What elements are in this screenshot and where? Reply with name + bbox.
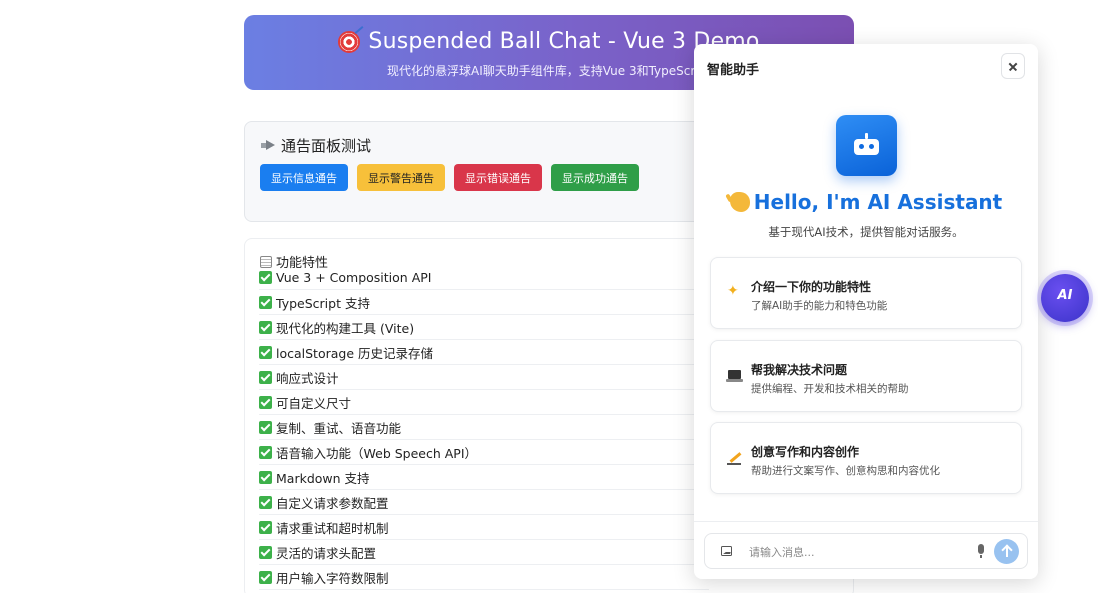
feature-label: 请求重试和超时机制	[276, 520, 389, 536]
list-item: 可自定义尺寸	[259, 390, 709, 415]
list-item: 灵活的请求头配置	[259, 540, 709, 565]
check-icon	[259, 445, 272, 459]
show-info-notice-button[interactable]: 显示信息通告	[260, 164, 348, 191]
chat-input-bar	[704, 533, 1028, 569]
list-item: 现代化的构建工具 (Vite)	[259, 315, 709, 340]
microphone-icon[interactable]	[978, 544, 984, 558]
floating-ball-button[interactable]: AI	[1041, 274, 1089, 322]
robot-head	[854, 139, 879, 155]
notice-title: 通告面板测试	[281, 137, 372, 155]
check-icon	[259, 570, 272, 584]
feature-label: TypeScript 支持	[276, 295, 370, 311]
check-icon	[259, 495, 272, 509]
sparkle-icon	[727, 283, 742, 301]
megaphone-icon	[261, 140, 276, 151]
list-item: localStorage 历史记录存储	[259, 340, 709, 365]
feature-label: 用户输入字符数限制	[276, 570, 389, 586]
robot-icon	[836, 115, 897, 176]
page: Suspended Ball Chat - Vue 3 Demo 现代化的悬浮球…	[0, 0, 1098, 593]
check-icon	[259, 345, 272, 359]
check-icon	[259, 420, 272, 434]
show-warning-notice-button[interactable]: 显示警告通告	[357, 164, 445, 191]
list-item: Markdown 支持	[259, 465, 709, 490]
send-button[interactable]	[994, 539, 1019, 564]
suggestion-card-writing[interactable]: 创意写作和内容创作 帮助进行文案写作、创意构思和内容优化	[710, 422, 1022, 494]
list-item: 用户输入字符数限制	[259, 565, 709, 590]
suggestion-desc: 提供编程、开发和技术相关的帮助	[751, 383, 909, 395]
feature-label: localStorage 历史记录存储	[276, 345, 434, 361]
chat-header: 智能助手	[694, 44, 1038, 90]
list-item: Vue 3 + Composition API	[259, 265, 709, 290]
suggestion-title: 帮我解决技术问题	[751, 363, 848, 377]
check-icon	[259, 320, 272, 334]
waving-hand-icon	[729, 192, 750, 212]
laptop-icon	[726, 369, 743, 384]
image-upload-icon[interactable]	[721, 546, 732, 556]
notice-title-row: 通告面板测试	[261, 135, 371, 156]
feature-label: 响应式设计	[276, 370, 339, 386]
feature-label: 现代化的构建工具 (Vite)	[276, 320, 415, 336]
suggestion-card-tech[interactable]: 帮我解决技术问题 提供编程、开发和技术相关的帮助	[710, 340, 1022, 412]
list-item: 请求重试和超时机制	[259, 515, 709, 540]
feature-label: 灵活的请求头配置	[276, 545, 377, 561]
check-icon	[259, 470, 272, 484]
close-button[interactable]	[1001, 53, 1025, 79]
chat-divider	[694, 521, 1038, 522]
chat-panel: 智能助手 Hello, I'm AI Assistant 基于现代AI技术，提供…	[694, 44, 1038, 579]
feature-list: Vue 3 + Composition API TypeScript 支持 现代…	[259, 265, 709, 590]
check-icon	[259, 370, 272, 384]
list-item: 自定义请求参数配置	[259, 490, 709, 515]
check-icon	[259, 520, 272, 534]
check-icon	[259, 270, 272, 284]
feature-label: 复制、重试、语音功能	[276, 420, 402, 436]
list-item: 语音输入功能（Web Speech API）	[259, 440, 709, 465]
target-icon	[338, 30, 361, 53]
show-success-notice-button[interactable]: 显示成功通告	[551, 164, 639, 191]
list-item: 响应式设计	[259, 365, 709, 390]
welcome-subtitle: 基于现代AI技术，提供智能对话服务。	[768, 225, 964, 239]
feature-label: 语音输入功能（Web Speech API）	[276, 445, 478, 461]
suggestion-card-features[interactable]: 介绍一下你的功能特性 了解AI助手的能力和特色功能	[710, 257, 1022, 329]
check-icon	[259, 545, 272, 559]
suggestion-desc: 了解AI助手的能力和特色功能	[751, 300, 888, 312]
list-item: 复制、重试、语音功能	[259, 415, 709, 440]
feature-label: Markdown 支持	[276, 470, 370, 486]
writing-hand-icon	[727, 451, 742, 466]
feature-label: 自定义请求参数配置	[276, 495, 389, 511]
suggestion-title: 介绍一下你的功能特性	[751, 280, 872, 294]
show-error-notice-button[interactable]: 显示错误通告	[454, 164, 542, 191]
suggestion-title: 创意写作和内容创作	[751, 445, 860, 459]
suggestion-desc: 帮助进行文案写作、创意构思和内容优化	[751, 465, 940, 477]
check-icon	[259, 395, 272, 409]
chat-title: 智能助手	[707, 63, 760, 78]
check-icon	[259, 295, 272, 309]
feature-label: 可自定义尺寸	[276, 395, 352, 411]
notice-buttons: 显示信息通告 显示警告通告 显示错误通告 显示成功通告	[260, 164, 639, 191]
feature-label: Vue 3 + Composition API	[276, 269, 432, 285]
message-input[interactable]	[749, 541, 969, 563]
list-item: TypeScript 支持	[259, 290, 709, 315]
welcome-text: Hello, I'm AI Assistant	[753, 190, 1003, 214]
ai-sparkle-icon: AI	[1057, 288, 1073, 303]
welcome-heading: Hello, I'm AI Assistant	[694, 190, 1038, 214]
